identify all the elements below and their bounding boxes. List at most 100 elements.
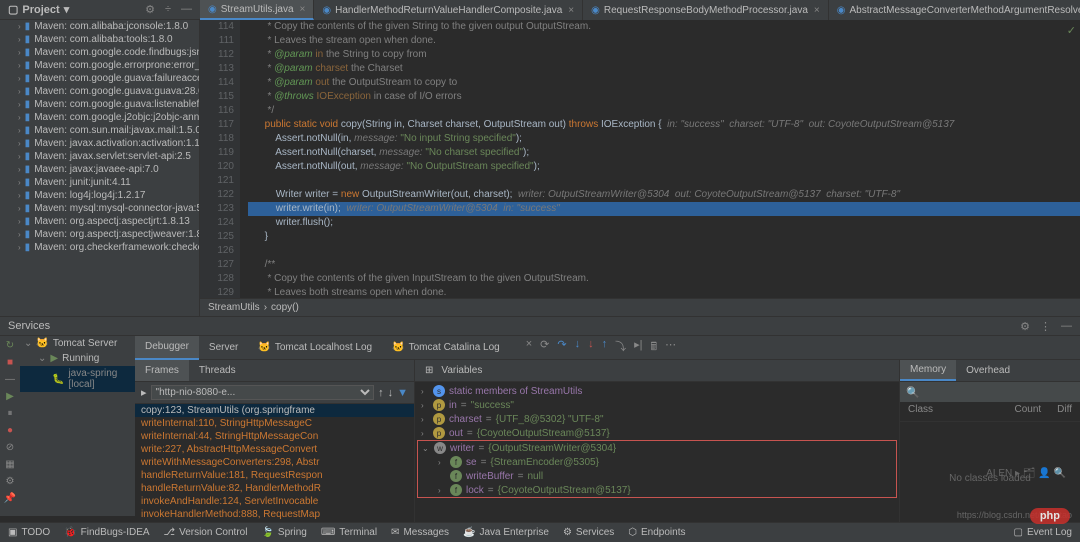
library-tree-item[interactable]: ›▮Maven: com.google.code.findbugs:jsr305…	[0, 46, 199, 59]
editor-tab[interactable]: ◉HandlerMethodReturnValueHandlerComposit…	[314, 0, 583, 20]
view-breakpoints-icon[interactable]: ●	[7, 425, 13, 436]
stack-frame[interactable]: handleReturnValue:82, HandlerMethodR	[135, 482, 414, 495]
library-tree-item[interactable]: ›▮Maven: com.google.guava:guava:28.0-jre	[0, 85, 199, 98]
overhead-tab[interactable]: Overhead	[956, 360, 1020, 381]
library-tree-item[interactable]: ›▮Maven: log4j:log4j:1.2.17	[0, 189, 199, 202]
variable-item[interactable]: ›fse = {StreamEncoder@5305}	[418, 455, 896, 469]
filter-icon[interactable]: ▼	[397, 387, 408, 399]
col-count[interactable]: Count	[1006, 402, 1049, 421]
library-tree-item[interactable]: ›▮Maven: com.google.errorprone:error_pro…	[0, 59, 199, 72]
layout-icon[interactable]: ▦	[5, 459, 14, 470]
variable-item[interactable]: ›pin = "success"	[417, 398, 897, 412]
variable-item[interactable]: ›sstatic members of StreamUtils	[417, 384, 897, 398]
editor-tab[interactable]: ◉StreamUtils.java×	[200, 0, 314, 20]
mute-icon[interactable]: ⊘	[6, 442, 14, 453]
collapse-icon[interactable]: ÷	[165, 3, 171, 16]
pin-icon[interactable]: 📌	[4, 493, 16, 504]
more-icon[interactable]: ⋮	[1040, 320, 1051, 333]
bottom-tool-button[interactable]: ⌨Terminal	[321, 527, 377, 538]
code-editor[interactable]: 1141111121131141151161171181191201211221…	[200, 20, 1080, 320]
evaluate-icon[interactable]: 🖩	[651, 338, 658, 357]
settings-icon[interactable]: ⚙	[145, 3, 155, 16]
close-tab-icon[interactable]: ×	[568, 5, 574, 16]
bottom-tool-button[interactable]: ✉Messages	[391, 527, 449, 538]
project-tool-window-header[interactable]: ▢ Project ▾	[0, 3, 77, 16]
col-diff[interactable]: Diff	[1049, 402, 1080, 421]
hide-icon[interactable]: —	[181, 3, 192, 16]
variable-item[interactable]: ›flock = {CoyoteOutputStream@5137}	[418, 483, 896, 497]
variables-tree[interactable]: ›sstatic members of StreamUtils›pin = "s…	[415, 382, 899, 534]
stack-frame[interactable]: write:227, AbstractHttpMessageConvert	[135, 443, 414, 456]
bottom-tool-button[interactable]: ⬡Endpoints	[628, 527, 685, 538]
step-into-icon[interactable]: ↓	[575, 338, 581, 357]
hide-icon[interactable]: —	[1061, 320, 1072, 333]
pause-icon[interactable]: ⏸	[8, 408, 13, 419]
run-to-cursor-icon[interactable]: ▸|	[634, 338, 642, 357]
variable-item[interactable]: fwriteBuffer = null	[418, 469, 896, 483]
memory-tab[interactable]: Memory	[900, 360, 956, 381]
step-out-icon[interactable]: ↑	[602, 338, 608, 357]
close-tab-icon[interactable]: ×	[300, 4, 306, 15]
next-icon[interactable]: ↓	[388, 387, 394, 399]
bottom-tool-button[interactable]: 🐞FindBugs-IDEA	[64, 527, 149, 538]
close-tab-icon[interactable]: ×	[814, 5, 820, 16]
run-configs-tree[interactable]: ⌄🐱Tomcat Server ⌄▶Running 🐛java-spring […	[20, 336, 135, 516]
services-label[interactable]: Services	[8, 320, 50, 332]
settings-icon[interactable]: ⚙	[6, 476, 15, 487]
library-tree-item[interactable]: ›▮Maven: mysql:mysql-connector-java:5.1.…	[0, 202, 199, 215]
editor-tab[interactable]: ◉AbstractMessageConverterMethodArgumentR…	[829, 0, 1080, 20]
library-tree-item[interactable]: ›▮Maven: com.alibaba:tools:1.8.0	[0, 33, 199, 46]
rerun-icon[interactable]: ↻	[6, 340, 14, 351]
variable-item[interactable]: ⌄wwriter = {OutputStreamWriter@5304}	[418, 441, 896, 455]
breadcrumb-method[interactable]: copy()	[271, 302, 299, 313]
project-tree[interactable]: ›▮Maven: com.alibaba:jconsole:1.8.0›▮Mav…	[0, 20, 200, 320]
stack-frame[interactable]: copy:123, StreamUtils (org.springframe	[135, 404, 414, 417]
bottom-tool-button[interactable]: ⚙Services	[563, 527, 614, 538]
trace-icon[interactable]: ⋯	[665, 338, 676, 357]
debug-sub-tab[interactable]: Server	[199, 336, 248, 360]
library-tree-item[interactable]: ›▮Maven: org.aspectj:aspectjweaver:1.8.1…	[0, 228, 199, 241]
debug-sub-tab[interactable]: 🐱Tomcat Localhost Log	[248, 336, 382, 360]
stack-frame[interactable]: invokeAndHandle:124, ServletInvocable	[135, 495, 414, 508]
library-tree-item[interactable]: ›▮Maven: org.checkerframework:checker-qu…	[0, 241, 199, 254]
stop-icon[interactable]: ■	[7, 357, 13, 368]
breadcrumb-class[interactable]: StreamUtils	[208, 302, 260, 313]
stack-frame[interactable]: writeInternal:44, StringHttpMessageCon	[135, 430, 414, 443]
step-over-icon[interactable]: ↷	[557, 338, 566, 357]
prev-icon[interactable]: ↑	[378, 387, 384, 399]
col-class[interactable]: Class	[900, 402, 1006, 421]
editor-tab[interactable]: ◉RequestResponseBodyMethodProcessor.java…	[583, 0, 829, 20]
bottom-tool-button[interactable]: ☕Java Enterprise	[463, 527, 549, 538]
drop-frame-icon[interactable]: ⤵	[615, 338, 626, 357]
force-step-icon[interactable]: ↓	[588, 338, 594, 357]
variable-item[interactable]: ›pout = {CoyoteOutputStream@5137}	[417, 426, 897, 440]
stack-frame[interactable]: handleReturnValue:181, RequestRespon	[135, 469, 414, 482]
thread-selector[interactable]: "http-nio-8080-e...	[151, 385, 375, 400]
library-tree-item[interactable]: ›▮Maven: junit:junit:4.11	[0, 176, 199, 189]
library-tree-item[interactable]: ›▮Maven: javax.activation:activation:1.1	[0, 137, 199, 150]
frames-tab[interactable]: Frames	[135, 360, 189, 381]
tools-icon[interactable]: ⊞	[425, 365, 433, 376]
close-tab-icon[interactable]: ×	[526, 338, 532, 357]
library-tree-item[interactable]: ›▮Maven: javax:javaee-api:7.0	[0, 163, 199, 176]
debug-sub-tab[interactable]: 🐱Tomcat Catalina Log	[382, 336, 510, 360]
resume-icon[interactable]: ▶	[6, 391, 14, 402]
variables-tab[interactable]: Variables	[441, 365, 482, 376]
library-tree-item[interactable]: ›▮Maven: com.google.j2objc:j2objc-annota…	[0, 111, 199, 124]
bottom-tool-button[interactable]: ▣TODO	[8, 527, 50, 538]
stack-frame[interactable]: invokeHandlerMethod:888, RequestMap	[135, 508, 414, 521]
filter-icon[interactable]: ⟳	[540, 338, 549, 357]
stack-frame[interactable]: writeWithMessageConverters:298, Abstr	[135, 456, 414, 469]
library-tree-item[interactable]: ›▮Maven: javax.servlet:servlet-api:2.5	[0, 150, 199, 163]
library-tree-item[interactable]: ›▮Maven: com.sun.mail:javax.mail:1.5.0	[0, 124, 199, 137]
code-area[interactable]: * Copy the contents of the given String …	[240, 20, 1080, 320]
library-tree-item[interactable]: ›▮Maven: org.aspectj:aspectjrt:1.8.13	[0, 215, 199, 228]
threads-tab[interactable]: Threads	[189, 360, 246, 381]
breadcrumb[interactable]: StreamUtils › copy()	[200, 298, 1080, 316]
bottom-tool-button[interactable]: 🍃Spring	[261, 527, 306, 538]
stack-frame[interactable]: writeInternal:110, StringHttpMessageC	[135, 417, 414, 430]
event-log-button[interactable]: ▢ Event Log	[1014, 527, 1073, 538]
settings-icon[interactable]: ⚙	[1020, 320, 1030, 333]
library-tree-item[interactable]: ›▮Maven: com.alibaba:jconsole:1.8.0	[0, 20, 199, 33]
frames-list[interactable]: copy:123, StreamUtils (org.springframewr…	[135, 404, 414, 534]
